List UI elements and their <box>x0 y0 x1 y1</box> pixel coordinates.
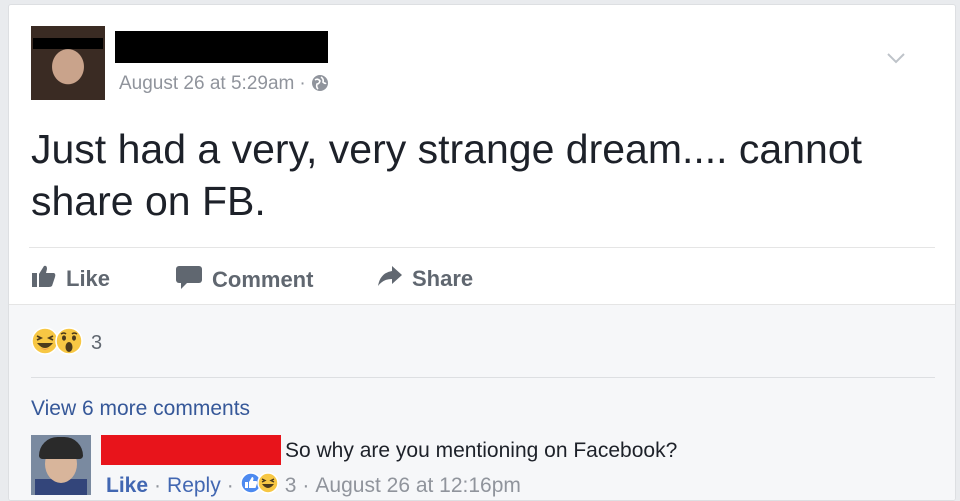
comment-text: So why are you mentioning on Facebook? <box>285 439 678 462</box>
comment-reactions[interactable] <box>239 472 279 500</box>
comment-like-link[interactable]: Like <box>106 474 148 498</box>
globe-icon[interactable] <box>311 74 329 98</box>
comment-reaction-count: 3 <box>284 474 297 497</box>
comments-section: 3 View 6 more comments So why are you me… <box>9 304 955 500</box>
chevron-down-icon[interactable] <box>887 51 905 69</box>
author-name-redacted[interactable] <box>115 31 328 63</box>
eye-redaction-bar <box>33 38 103 49</box>
post-action-bar: Like Comment Share <box>29 259 935 299</box>
share-arrow-icon <box>377 264 412 294</box>
post-body-text: Just had a very, very strange dream.... … <box>31 126 863 224</box>
comment-button[interactable]: Comment <box>175 264 313 296</box>
thumbs-up-icon <box>31 264 66 294</box>
like-button[interactable]: Like <box>31 264 110 294</box>
like-label: Like <box>66 266 111 291</box>
commenter-avatar[interactable] <box>31 435 91 495</box>
meta-separator: · <box>226 474 234 497</box>
post-meta: August 26 at 5:29am · <box>119 73 329 98</box>
wow-emoji-icon <box>55 327 83 360</box>
reaction-summary[interactable]: 3 <box>31 327 102 360</box>
author-avatar[interactable] <box>31 26 105 100</box>
reaction-count: 3 <box>91 332 103 354</box>
divider <box>29 247 935 248</box>
comment-label: Comment <box>212 267 314 292</box>
commenter-name-redacted[interactable] <box>101 435 281 465</box>
post-card: August 26 at 5:29am · Just had a very, ve… <box>8 4 956 501</box>
share-button[interactable]: Share <box>377 264 473 294</box>
divider <box>31 377 935 378</box>
post-timestamp[interactable]: August 26 at 5:29am <box>119 73 294 94</box>
haha-emoji-icon <box>256 472 279 500</box>
view-more-comments-link[interactable]: View 6 more comments <box>31 397 250 421</box>
post-header: August 26 at 5:29am · <box>29 25 929 101</box>
meta-separator: · <box>302 474 310 497</box>
comment-bubble-icon <box>175 264 212 296</box>
comment-reply-link[interactable]: Reply <box>167 474 221 498</box>
comment-meta: Like · Reply · 3 · August 26 at 12:16pm <box>106 472 521 500</box>
meta-separator: · <box>299 73 306 94</box>
meta-separator: · <box>154 474 162 497</box>
comment-timestamp[interactable]: August 26 at 12:16pm <box>315 474 520 498</box>
share-label: Share <box>412 266 474 291</box>
